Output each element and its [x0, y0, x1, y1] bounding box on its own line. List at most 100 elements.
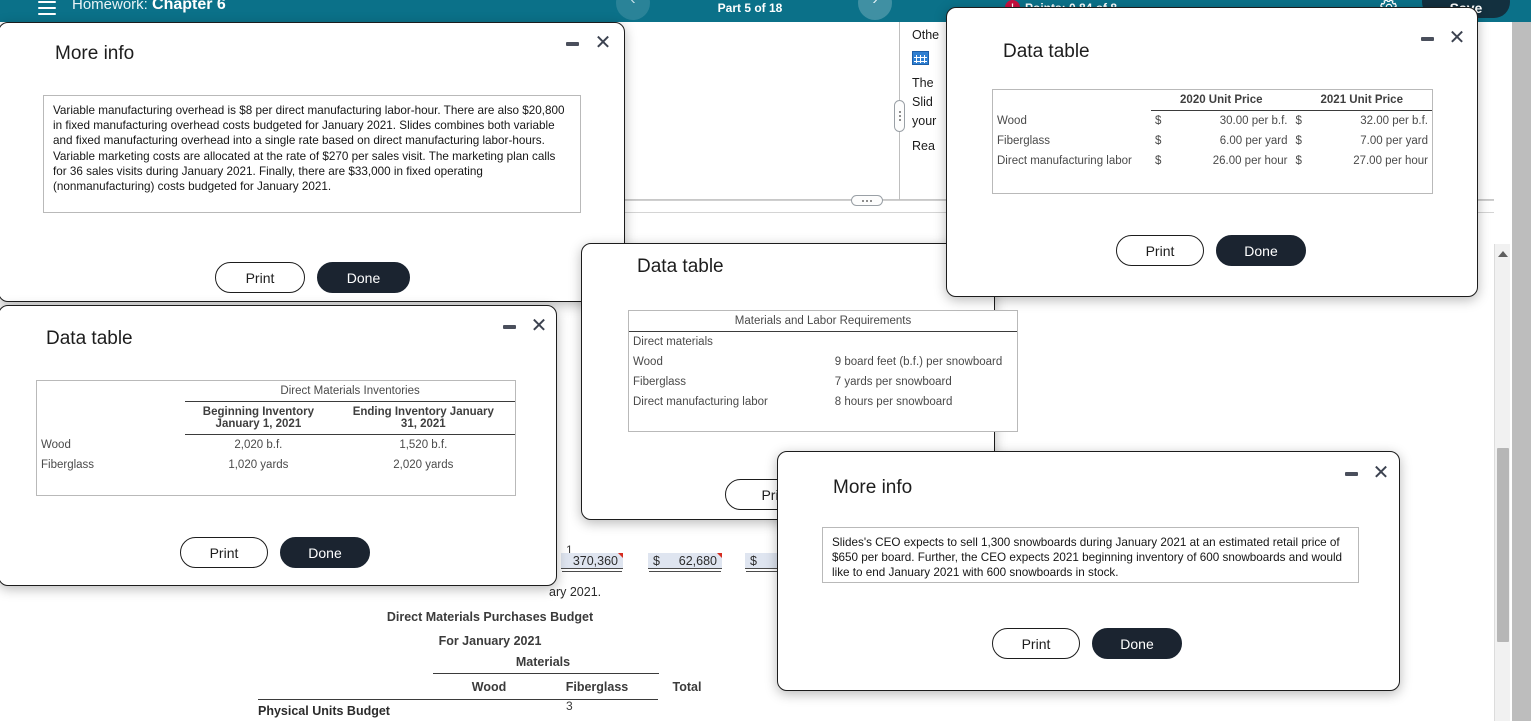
col-header-wood: Wood — [471, 680, 507, 694]
currency-2021: $ — [1295, 115, 1302, 127]
currency-2021: $ — [1295, 155, 1302, 167]
table-span-title: Materials and Labor Requirements — [629, 311, 1017, 332]
col-header-beginning: Beginning Inventory January 1, 2021 — [185, 401, 332, 435]
cell-comment-flag-1 — [618, 553, 623, 558]
done-button[interactable]: Done — [280, 537, 370, 568]
row-value: 9 board feet (b.f.) per snowboard — [834, 356, 1003, 368]
table-span-title-row: Materials and Labor Requirements — [629, 311, 1017, 332]
chevron-right-icon[interactable]: › — [858, 0, 892, 20]
row-label: Fiberglass — [633, 376, 687, 388]
close-icon[interactable]: ✕ — [593, 33, 613, 53]
spreadsheet-grid-icon[interactable] — [912, 51, 929, 65]
print-button[interactable]: Print — [180, 537, 268, 568]
budget-subtitle: For January 2021 — [438, 634, 542, 648]
row-value — [831, 332, 1017, 353]
data-table-box: Direct Materials Inventories Beginning I… — [36, 380, 516, 496]
value-2021: 32.00 per b.f. — [1360, 115, 1428, 127]
row-label: Direct materials — [633, 336, 713, 348]
table-row: Fiberglass 1,020 yards 2,020 yards — [37, 455, 515, 475]
table-row: Wood 9 board feet (b.f.) per snowboard — [629, 352, 1017, 372]
dialog-actions: Print Done — [215, 262, 410, 293]
print-button[interactable]: Print — [215, 262, 305, 293]
table-row: Direct manufacturing labor 8 hours per s… — [629, 392, 1017, 412]
dialog-title: More info — [833, 477, 913, 498]
vertical-splitter-handle[interactable] — [894, 100, 905, 132]
col-header-ending: Ending Inventory January 31, 2021 — [331, 401, 515, 435]
table-header-row: Beginning Inventory January 1, 2021 Endi… — [37, 401, 515, 435]
info-body-text: Slides's CEO expects to sell 1,300 snowb… — [832, 536, 1343, 580]
currency-symbol: $ — [653, 554, 660, 568]
dialog-more-info-ceo[interactable]: More info ✕ Slides's CEO expects to sell… — [777, 451, 1400, 691]
table-row: Wood 2,020 b.f. 1,520 b.f. — [37, 435, 515, 456]
dialog-data-table-inventories[interactable]: Data table ✕ Direct Materials Inventorie… — [0, 305, 557, 586]
row-beginning-value: 1,020 yards — [228, 459, 289, 471]
materials-group-rule — [433, 673, 659, 674]
done-button[interactable]: Done — [1216, 235, 1306, 266]
row-value: 8 hours per snowboard — [834, 396, 953, 408]
value-2020: 30.00 per b.f. — [1219, 115, 1288, 127]
close-icon[interactable]: ✕ — [1447, 28, 1467, 48]
minimize-icon[interactable] — [566, 42, 579, 46]
page-title-prefix: Homework: — [72, 0, 148, 13]
data-table-box: 2020 Unit Price 2021 Unit Price Wood $ 3… — [992, 89, 1433, 194]
dialog-actions: Print Done — [992, 628, 1182, 659]
hamburger-icon[interactable] — [38, 1, 56, 15]
horizontal-splitter-handle[interactable] — [851, 195, 883, 206]
close-icon[interactable]: ✕ — [1371, 463, 1391, 483]
table-row: Direct manufacturing labor $ 26.00 per h… — [993, 151, 1432, 171]
value-2021: 27.00 per hour — [1353, 155, 1428, 167]
col-header-ending-l1: Ending Inventory January — [352, 406, 494, 418]
value-2020: 26.00 per hour — [1212, 155, 1288, 167]
table-span-title-row: Direct Materials Inventories — [37, 381, 515, 402]
done-button[interactable]: Done — [1092, 628, 1182, 659]
info-body-text: Variable manufacturing overhead is $8 pe… — [53, 104, 565, 194]
col-header-beginning-l2: January 1, 2021 — [215, 418, 302, 430]
minimize-icon[interactable] — [503, 325, 516, 329]
chevron-left-icon[interactable]: ‹ — [616, 0, 650, 20]
info-text-box: Variable manufacturing overhead is $8 pe… — [43, 95, 581, 213]
row-label: Wood — [997, 114, 1027, 127]
sheet-cell-value-1[interactable]: 370,360 — [561, 553, 623, 569]
col-header-beginning-l1: Beginning Inventory — [202, 406, 314, 418]
unit-price-table: 2020 Unit Price 2021 Unit Price Wood $ 3… — [993, 90, 1432, 171]
sheet-column-strip — [555, 543, 583, 721]
splitter-dots — [898, 110, 901, 122]
row-ending-value: 1,520 b.f. — [399, 439, 448, 451]
section-label-physical-units: Physical Units Budget — [258, 704, 390, 718]
info-text-box: Slides's CEO expects to sell 1,300 snowb… — [822, 527, 1359, 583]
table-row: Direct materials — [629, 332, 1017, 353]
print-button[interactable]: Print — [992, 628, 1080, 659]
part-indicator: Part 5 of 18 — [717, 1, 783, 15]
row-label: Fiberglass — [997, 135, 1051, 147]
sheet-cell-value-2[interactable]: $ 62,680 — [648, 553, 722, 569]
col-header-total: Total — [672, 680, 702, 694]
dialog-title: Data table — [637, 256, 724, 277]
minimize-icon[interactable] — [1345, 472, 1358, 476]
sheet-sentence-fragment: ary 2021. — [549, 585, 602, 599]
page-gutter — [1512, 22, 1531, 721]
col-header-2021: 2021 Unit Price — [1291, 90, 1432, 111]
requirements-table: Materials and Labor Requirements Direct … — [629, 311, 1017, 412]
scroll-up-arrow-icon[interactable] — [1498, 251, 1508, 257]
value-2021: 7.00 per yard — [1360, 135, 1428, 147]
row-value: 7 yards per snowboard — [834, 376, 952, 388]
currency-2021: $ — [1295, 135, 1302, 147]
currency-2020: $ — [1155, 115, 1162, 127]
minimize-icon[interactable] — [1421, 37, 1434, 41]
scrollbar-thumb[interactable] — [1497, 448, 1509, 642]
dialog-more-info-overhead[interactable]: More info ✕ Variable manufacturing overh… — [0, 22, 625, 302]
dialog-title: More info — [55, 43, 135, 64]
done-button[interactable]: Done — [317, 262, 410, 293]
materials-column-group-header: Materials — [515, 655, 571, 669]
print-button[interactable]: Print — [1116, 235, 1204, 266]
vertical-scrollbar[interactable] — [1494, 244, 1510, 721]
currency-2020: $ — [1155, 135, 1162, 147]
dialog-data-table-unit-price[interactable]: Data table ✕ 2020 Unit Price 2021 Unit P… — [946, 7, 1478, 297]
table-row: Wood $ 30.00 per b.f. $ 32.00 per b.f. — [993, 111, 1432, 132]
inventories-table: Direct Materials Inventories Beginning I… — [37, 381, 515, 475]
row-label: Wood — [633, 356, 663, 368]
budget-title: Direct Materials Purchases Budget — [386, 610, 594, 624]
col-header-fiberglass: Fiberglass — [565, 680, 629, 694]
close-icon[interactable]: ✕ — [529, 316, 549, 336]
dialog-title: Data table — [1003, 41, 1090, 62]
